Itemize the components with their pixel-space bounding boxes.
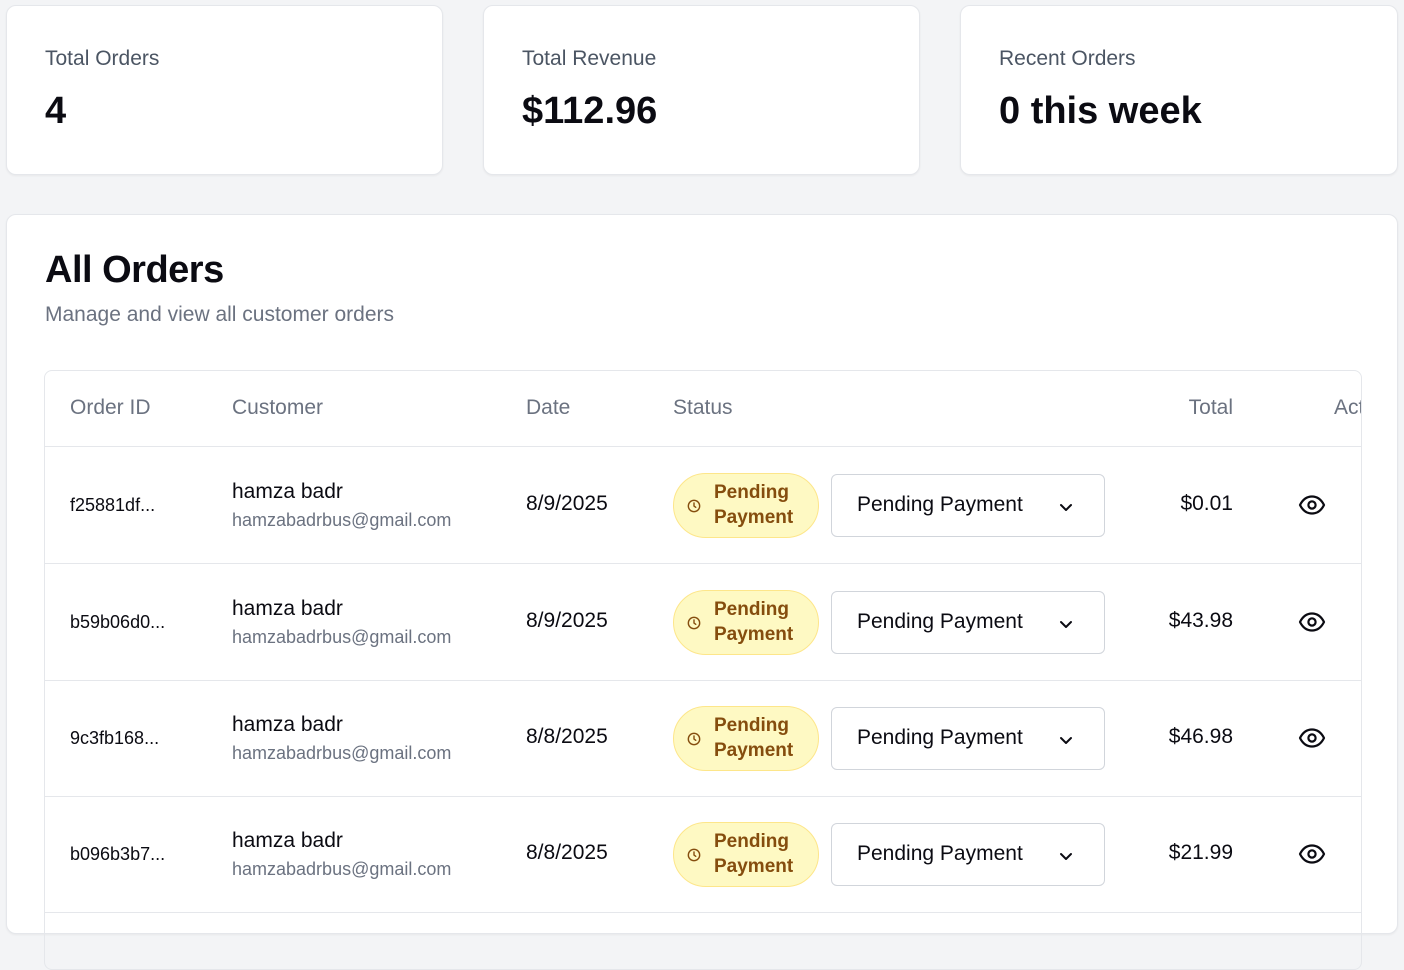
column-header-status: Status — [673, 396, 733, 419]
stat-card-total-orders: Total Orders 4 — [6, 5, 443, 175]
status-select-value: Pending Payment — [857, 842, 1023, 865]
table-row: 9c3fb168... hamza badr hamzabadrbus@gmai… — [45, 680, 1361, 797]
customer-name: hamza badr — [232, 829, 343, 852]
status-select-value: Pending Payment — [857, 493, 1023, 516]
order-date: 8/8/2025 — [526, 841, 608, 864]
status-select[interactable]: Pending Payment — [831, 474, 1105, 537]
status-select-value: Pending Payment — [857, 610, 1023, 633]
clock-icon — [687, 848, 701, 862]
customer-email: hamzabadrbus@gmail.com — [232, 743, 452, 763]
all-orders-card: All Orders Manage and view all customer … — [6, 214, 1398, 970]
customer-email: hamzabadrbus@gmail.com — [232, 627, 452, 647]
order-total: $21.99 — [1168, 841, 1233, 864]
status-select[interactable]: Pending Payment — [831, 823, 1105, 886]
customer-email: hamzabadrbus@gmail.com — [232, 859, 452, 879]
column-header-actions: Actions — [1334, 396, 1362, 419]
eye-icon[interactable] — [1298, 610, 1326, 634]
order-id: f25881df... — [70, 495, 156, 515]
status-badge: Pending Payment — [673, 706, 819, 771]
column-header-customer: Customer — [232, 396, 324, 419]
status-badge-label: Pending Payment — [714, 482, 794, 528]
customer-email: hamzabadrbus@gmail.com — [232, 510, 452, 530]
status-select[interactable]: Pending Payment — [831, 707, 1105, 770]
order-date: 8/8/2025 — [526, 725, 608, 748]
table-row: f25881df... hamza badr hamzabadrbus@gmai… — [45, 447, 1361, 564]
status-badge: Pending Payment — [673, 590, 819, 655]
stat-card-recent-orders: Recent Orders 0 this week — [960, 5, 1398, 175]
order-date: 8/9/2025 — [526, 609, 608, 632]
stat-value: $112.96 — [522, 90, 658, 132]
table-row: b59b06d0... hamza badr hamzabadrbus@gmai… — [45, 564, 1361, 681]
status-select[interactable]: Pending Payment — [831, 591, 1105, 654]
clock-icon — [687, 499, 701, 513]
order-id: b59b06d0... — [70, 612, 166, 632]
status-select-value: Pending Payment — [857, 726, 1023, 749]
order-total: $0.01 — [1180, 492, 1233, 515]
order-total: $43.98 — [1168, 609, 1233, 632]
customer-name: hamza badr — [232, 713, 343, 736]
customer-name: hamza badr — [232, 480, 343, 503]
status-badge: Pending Payment — [673, 822, 819, 887]
status-badge-label: Pending Payment — [714, 599, 794, 645]
customer-name: hamza badr — [232, 597, 343, 620]
eye-icon[interactable] — [1298, 493, 1326, 517]
column-header-date: Date — [526, 396, 571, 419]
chevron-down-icon — [1060, 621, 1072, 628]
table-row: b096b3b7... hamza badr hamzabadrbus@gmai… — [45, 796, 1361, 913]
column-header-total: Total — [1188, 396, 1233, 419]
table-header: Order ID Customer Date Status Total Acti… — [45, 371, 1361, 447]
chevron-down-icon — [1060, 504, 1072, 511]
orders-table: Order ID Customer Date Status Total Acti… — [44, 370, 1362, 970]
eye-icon[interactable] — [1298, 842, 1326, 866]
order-id: b096b3b7... — [70, 844, 166, 864]
order-id: 9c3fb168... — [70, 728, 160, 748]
page-subtitle: Manage and view all customer orders — [45, 303, 395, 326]
page-title: All Orders — [45, 249, 224, 291]
status-badge-label: Pending Payment — [714, 715, 794, 761]
eye-icon[interactable] — [1298, 726, 1326, 750]
chevron-down-icon — [1060, 853, 1072, 860]
stat-label: Total Revenue — [522, 47, 657, 70]
column-header-order-id: Order ID — [70, 396, 151, 419]
stat-label: Total Orders — [45, 47, 160, 70]
clock-icon — [687, 732, 701, 746]
status-badge-label: Pending Payment — [714, 831, 794, 877]
status-badge: Pending Payment — [673, 473, 819, 538]
chevron-down-icon — [1060, 737, 1072, 744]
clock-icon — [687, 616, 701, 630]
order-date: 8/9/2025 — [526, 492, 608, 515]
stat-value: 0 this week — [999, 90, 1202, 132]
order-total: $46.98 — [1168, 725, 1233, 748]
stat-label: Recent Orders — [999, 47, 1136, 70]
stat-value: 4 — [45, 90, 67, 132]
stat-card-total-revenue: Total Revenue $112.96 — [483, 5, 920, 175]
